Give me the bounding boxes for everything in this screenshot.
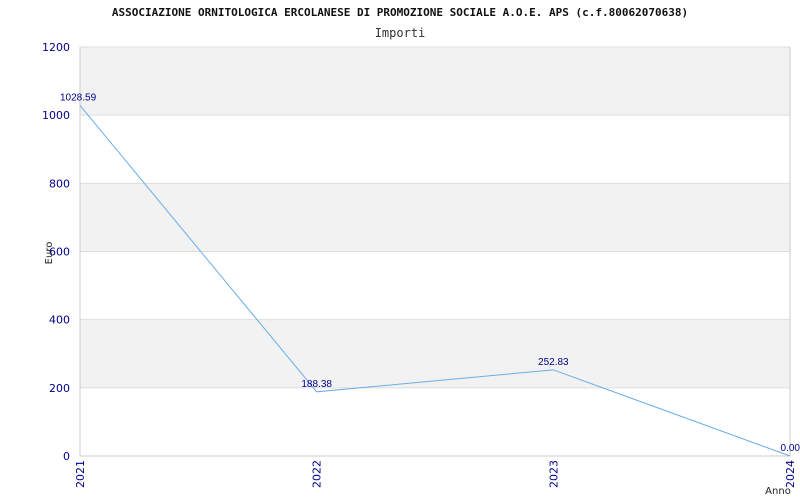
y-tick-label: 200 xyxy=(49,382,70,395)
grid-band xyxy=(80,47,790,116)
line-chart: 020040060080010001200 2021 2022 2023 2024 1… xyxy=(42,41,800,497)
y-tick-label: 400 xyxy=(49,314,70,327)
data-label: 1028.59 xyxy=(60,92,97,103)
x-tick-label: 2023 xyxy=(547,460,560,488)
series-line xyxy=(79,105,791,457)
x-tick-label: 2021 xyxy=(74,460,87,488)
y-tick-label: 1200 xyxy=(42,41,70,54)
grid-bands xyxy=(80,47,790,388)
x-axis-ticks: 2021 2022 2023 2024 xyxy=(74,460,797,488)
grid-band xyxy=(80,319,790,388)
data-label: 188.38 xyxy=(301,379,332,390)
series-line-group xyxy=(79,105,791,457)
data-label: 252.83 xyxy=(538,357,569,368)
x-axis-label: Anno xyxy=(765,486,791,497)
data-label: 0.00 xyxy=(781,443,800,454)
grid-band xyxy=(80,183,790,252)
y-axis-label: Euro xyxy=(44,242,55,265)
y-tick-label: 0 xyxy=(63,450,70,463)
data-labels: 1028.59 188.38 252.83 0.00 xyxy=(60,92,800,454)
y-tick-label: 1000 xyxy=(42,109,70,122)
x-tick-label: 2024 xyxy=(784,460,797,488)
y-tick-label: 800 xyxy=(49,177,70,190)
x-tick-label: 2022 xyxy=(311,460,324,488)
